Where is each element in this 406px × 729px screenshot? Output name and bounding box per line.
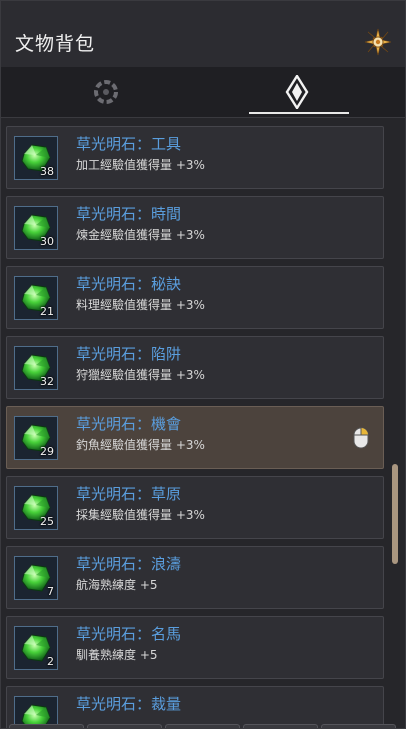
- window-title: 文物背包: [15, 33, 96, 55]
- scroll-thumb[interactable]: [392, 464, 398, 564]
- artifact-list: 38 草光明石：工具 加工經驗值獲得量 +3% 30 草光明石：時間 煉金經驗值…: [1, 119, 405, 728]
- list-item[interactable]: 30 草光明石：時間 煉金經驗值獲得量 +3%: [6, 196, 384, 259]
- diamond-icon: [285, 75, 309, 109]
- item-name: 草光明石：草原: [76, 485, 182, 503]
- list-scrollbar[interactable]: [391, 119, 399, 719]
- tab-ring[interactable]: [11, 67, 201, 117]
- item-count: 7: [47, 585, 54, 598]
- list-item[interactable]: 25 草光明石：草原 採集經驗值獲得量 +3%: [6, 476, 384, 539]
- item-effect: 採集經驗值獲得量 +3%: [76, 508, 205, 522]
- item-slot: 30: [14, 206, 58, 250]
- item-count: 32: [40, 375, 54, 388]
- tab-bar: [1, 67, 405, 118]
- item-slot: 2: [14, 626, 58, 670]
- item-effect: 加工經驗值獲得量 +3%: [76, 158, 205, 172]
- item-count: 25: [40, 515, 54, 528]
- item-effect: 料理經驗值獲得量 +3%: [76, 298, 205, 312]
- item-count: 2: [47, 655, 54, 668]
- bottom-tab[interactable]: [321, 724, 396, 728]
- item-count: 21: [40, 305, 54, 318]
- item-slot: 29: [14, 416, 58, 460]
- list-item[interactable]: 2 草光明石：名馬 馴養熟練度 +5: [6, 616, 384, 679]
- window-header: 文物背包: [1, 1, 405, 67]
- mouse-left-click-icon: [353, 427, 369, 449]
- item-effect: 馴養熟練度 +5: [76, 648, 158, 662]
- item-count: 30: [40, 235, 54, 248]
- item-name: 草光明石：浪濤: [76, 555, 182, 573]
- artifact-bag-window: 文物背包 38 草光明石：工具 加工經驗值獲得量 +3% 30 草光明石：時間 …: [0, 0, 406, 729]
- item-effect: 狩獵經驗值獲得量 +3%: [76, 368, 205, 382]
- item-effect: 煉金經驗值獲得量 +3%: [76, 228, 205, 242]
- item-effect: 航海熟練度 +5: [76, 578, 158, 592]
- item-slot: 21: [14, 276, 58, 320]
- bottom-tab[interactable]: [243, 724, 318, 728]
- item-count: 29: [40, 445, 54, 458]
- item-name: 草光明石：名馬: [76, 625, 182, 643]
- bottom-tab[interactable]: [165, 724, 240, 728]
- item-name: 草光明石：陷阱: [76, 345, 182, 363]
- sun-emblem-icon[interactable]: [364, 28, 392, 56]
- list-item[interactable]: 38 草光明石：工具 加工經驗值獲得量 +3%: [6, 126, 384, 189]
- item-name: 草光明石：秘訣: [76, 275, 182, 293]
- bottom-tab-strip: [1, 721, 405, 728]
- item-name: 草光明石：裁量: [76, 695, 182, 713]
- item-slot: 38: [14, 136, 58, 180]
- bottom-tab[interactable]: [87, 724, 162, 728]
- item-slot: 32: [14, 346, 58, 390]
- item-name: 草光明石：工具: [76, 135, 182, 153]
- item-slot: 7: [14, 556, 58, 600]
- item-name: 草光明石：時間: [76, 205, 182, 223]
- bottom-tab[interactable]: [9, 724, 84, 728]
- item-effect: 釣魚經驗值獲得量 +3%: [76, 438, 205, 452]
- item-count: 38: [40, 165, 54, 178]
- list-item-selected[interactable]: 29 草光明石：機會 釣魚經驗值獲得量 +3%: [6, 406, 384, 469]
- ring-icon: [94, 80, 118, 104]
- list-item[interactable]: 7 草光明石：浪濤 航海熟練度 +5: [6, 546, 384, 609]
- list-item[interactable]: 21 草光明石：秘訣 料理經驗值獲得量 +3%: [6, 266, 384, 329]
- item-slot: 25: [14, 486, 58, 530]
- list-item[interactable]: 32 草光明石：陷阱 狩獵經驗值獲得量 +3%: [6, 336, 384, 399]
- item-name: 草光明石：機會: [76, 415, 182, 433]
- active-tab-underline: [249, 112, 349, 114]
- tab-diamond[interactable]: [203, 67, 393, 117]
